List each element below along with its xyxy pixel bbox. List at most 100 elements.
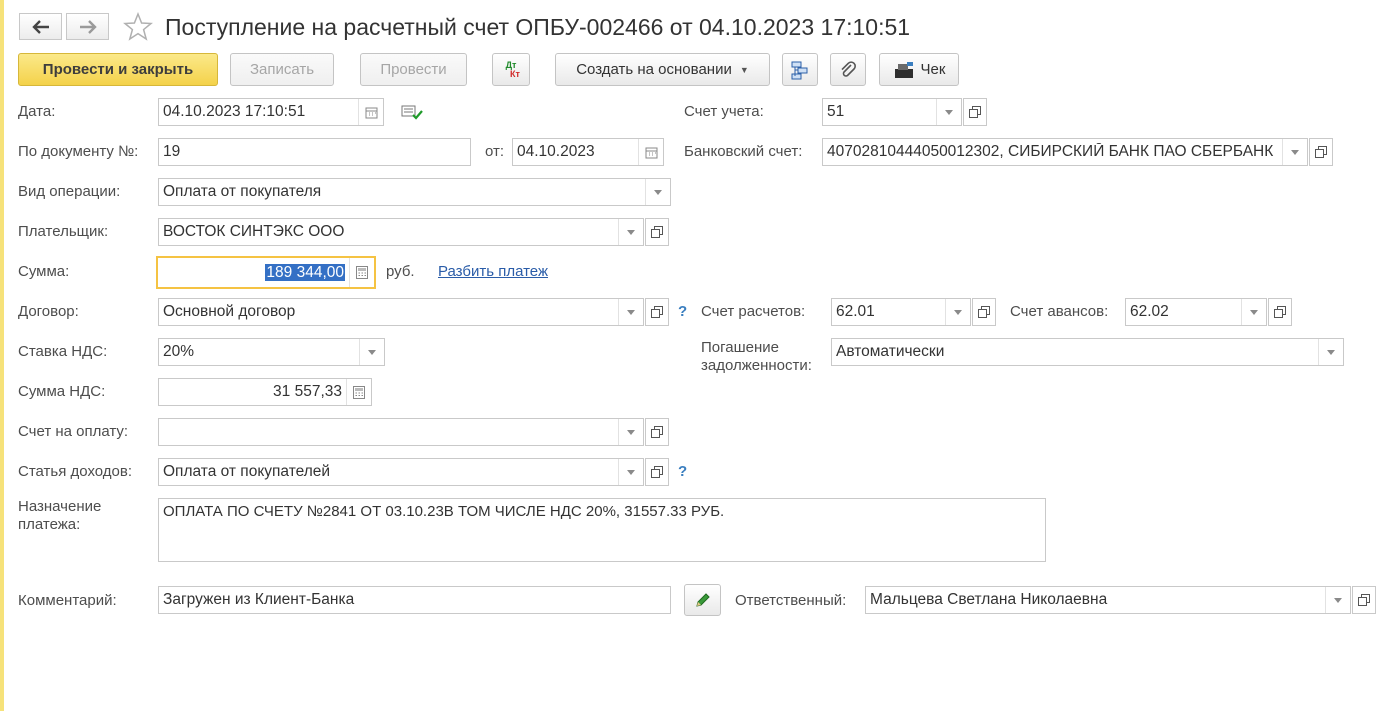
comment-input[interactable]: Загружен из Клиент-Банка [158, 586, 671, 614]
vat-sum-input[interactable]: 31 557,33 [158, 378, 372, 406]
left-accent-bar [0, 0, 4, 711]
responsible-label: Ответственный: [735, 592, 847, 609]
open-icon [651, 226, 663, 238]
doc-number-value: 19 [163, 143, 181, 160]
vat-rate-label: Ставка НДС: [18, 343, 108, 360]
attach-button[interactable] [830, 53, 866, 86]
receipt-label: Чек [920, 61, 946, 78]
chevron-down-icon[interactable] [618, 219, 643, 245]
open-bank-account-button[interactable] [1309, 138, 1333, 166]
open-payer-button[interactable] [645, 218, 669, 246]
currency-label: руб. [386, 263, 415, 280]
cash-register-icon [894, 61, 913, 78]
account-select[interactable]: 51 [822, 98, 962, 126]
payer-value: ВОСТОК СИНТЭКС ООО [163, 223, 345, 240]
chevron-down-icon[interactable] [359, 339, 384, 365]
favorite-star-icon[interactable] [123, 11, 153, 46]
chevron-down-icon[interactable] [618, 419, 643, 445]
forward-button[interactable] [66, 13, 109, 40]
doc-number-input[interactable]: 19 [158, 138, 471, 166]
open-icon [978, 306, 990, 318]
open-account-button[interactable] [963, 98, 987, 126]
sum-input[interactable]: 189 344,00 [156, 256, 376, 289]
create-based-on-button[interactable]: Создать на основании ▼ [555, 53, 770, 86]
operation-type-select[interactable]: Оплата от покупателя [158, 178, 671, 206]
structure-button[interactable] [782, 53, 818, 86]
settlement-account-label: Счет расчетов: [701, 303, 806, 320]
contract-value: Основной договор [163, 303, 296, 320]
date-value: 04.10.2023 17:10:51 [163, 103, 306, 120]
chevron-down-icon[interactable] [645, 179, 670, 205]
structure-icon [791, 61, 808, 79]
bank-account-value: 40702810444050012302, СИБИРСКИЙ БАНК ПАО… [827, 143, 1274, 160]
doc-date-value: 04.10.2023 [517, 143, 595, 160]
vat-rate-select[interactable]: 20% [158, 338, 385, 366]
split-payment-link[interactable]: Разбить платеж [438, 263, 548, 280]
advance-account-select[interactable]: 62.02 [1125, 298, 1267, 326]
responsible-select[interactable]: Мальцева Светлана Николаевна [865, 586, 1351, 614]
contract-help-icon[interactable]: ? [678, 303, 687, 320]
chevron-down-icon[interactable] [618, 299, 643, 325]
open-income-item-button[interactable] [645, 458, 669, 486]
open-advance-account-button[interactable] [1268, 298, 1292, 326]
open-invoice-button[interactable] [645, 418, 669, 446]
operation-type-value: Оплата от покупателя [163, 183, 322, 200]
invoice-select[interactable] [158, 418, 644, 446]
chevron-down-icon[interactable] [1325, 587, 1350, 613]
paperclip-icon [841, 60, 856, 77]
chevron-down-icon[interactable] [1318, 339, 1343, 365]
payer-select[interactable]: ВОСТОК СИНТЭКС ООО [158, 218, 644, 246]
back-button[interactable] [19, 13, 62, 40]
chevron-down-icon[interactable] [945, 299, 970, 325]
open-settlement-account-button[interactable] [972, 298, 996, 326]
dt-kt-button[interactable]: Дт Кт [492, 53, 530, 86]
save-button[interactable]: Записать [230, 53, 334, 86]
income-item-select[interactable]: Оплата от покупателей [158, 458, 644, 486]
income-item-label: Статья доходов: [18, 463, 133, 480]
debt-repayment-select[interactable]: Автоматически [831, 338, 1344, 366]
open-icon [1274, 306, 1286, 318]
chevron-down-icon[interactable] [936, 99, 961, 125]
post-and-close-button[interactable]: Провести и закрыть [18, 53, 218, 86]
payment-purpose-textarea[interactable]: ОПЛАТА ПО СЧЕТУ №2841 ОТ 03.10.23В ТОМ Ч… [158, 498, 1046, 562]
account-label: Счет учета: [684, 103, 764, 120]
open-icon [1358, 594, 1370, 606]
calendar-icon[interactable] [638, 139, 663, 165]
income-item-help-icon[interactable]: ? [678, 463, 687, 480]
receipt-button[interactable]: Чек [879, 53, 959, 86]
open-responsible-button[interactable] [1352, 586, 1376, 614]
document-checked-icon[interactable] [401, 103, 423, 125]
chevron-down-icon[interactable] [1282, 139, 1307, 165]
debt-repayment-label-line1: Погашение [701, 339, 779, 356]
payment-purpose-label-line2: платежа: [18, 516, 81, 533]
account-value: 51 [827, 103, 845, 120]
edit-comment-button[interactable] [684, 584, 721, 616]
comment-value: Загружен из Клиент-Банка [163, 591, 355, 608]
bank-account-select[interactable]: 40702810444050012302, СИБИРСКИЙ БАНК ПАО… [822, 138, 1308, 166]
arrow-left-icon [31, 19, 49, 34]
advance-account-label: Счет авансов: [1010, 303, 1109, 320]
doc-date-input[interactable]: 04.10.2023 [512, 138, 664, 166]
operation-type-label: Вид операции: [18, 183, 121, 200]
chevron-down-icon[interactable] [618, 459, 643, 485]
calculator-icon[interactable] [346, 379, 371, 405]
chevron-down-icon[interactable] [1241, 299, 1266, 325]
vat-sum-label: Сумма НДС: [18, 383, 106, 400]
create-based-on-label: Создать на основании [576, 61, 732, 78]
post-button[interactable]: Провести [360, 53, 467, 86]
date-input[interactable]: 04.10.2023 17:10:51 [158, 98, 384, 126]
open-icon [651, 426, 663, 438]
sum-label: Сумма: [18, 263, 70, 280]
doc-number-label: По документу №: [18, 143, 139, 160]
calculator-icon[interactable] [349, 258, 374, 287]
payment-purpose-label: Назначение платежа: [18, 498, 101, 534]
payment-purpose-label-line1: Назначение [18, 498, 102, 515]
debt-repayment-label-line2: задолженности: [701, 357, 812, 374]
advance-account-value: 62.02 [1130, 303, 1169, 320]
settlement-account-select[interactable]: 62.01 [831, 298, 971, 326]
responsible-value: Мальцева Светлана Николаевна [870, 591, 1108, 608]
calendar-icon[interactable] [358, 99, 383, 125]
contract-select[interactable]: Основной договор [158, 298, 644, 326]
date-label: Дата: [18, 103, 56, 120]
open-contract-button[interactable] [645, 298, 669, 326]
